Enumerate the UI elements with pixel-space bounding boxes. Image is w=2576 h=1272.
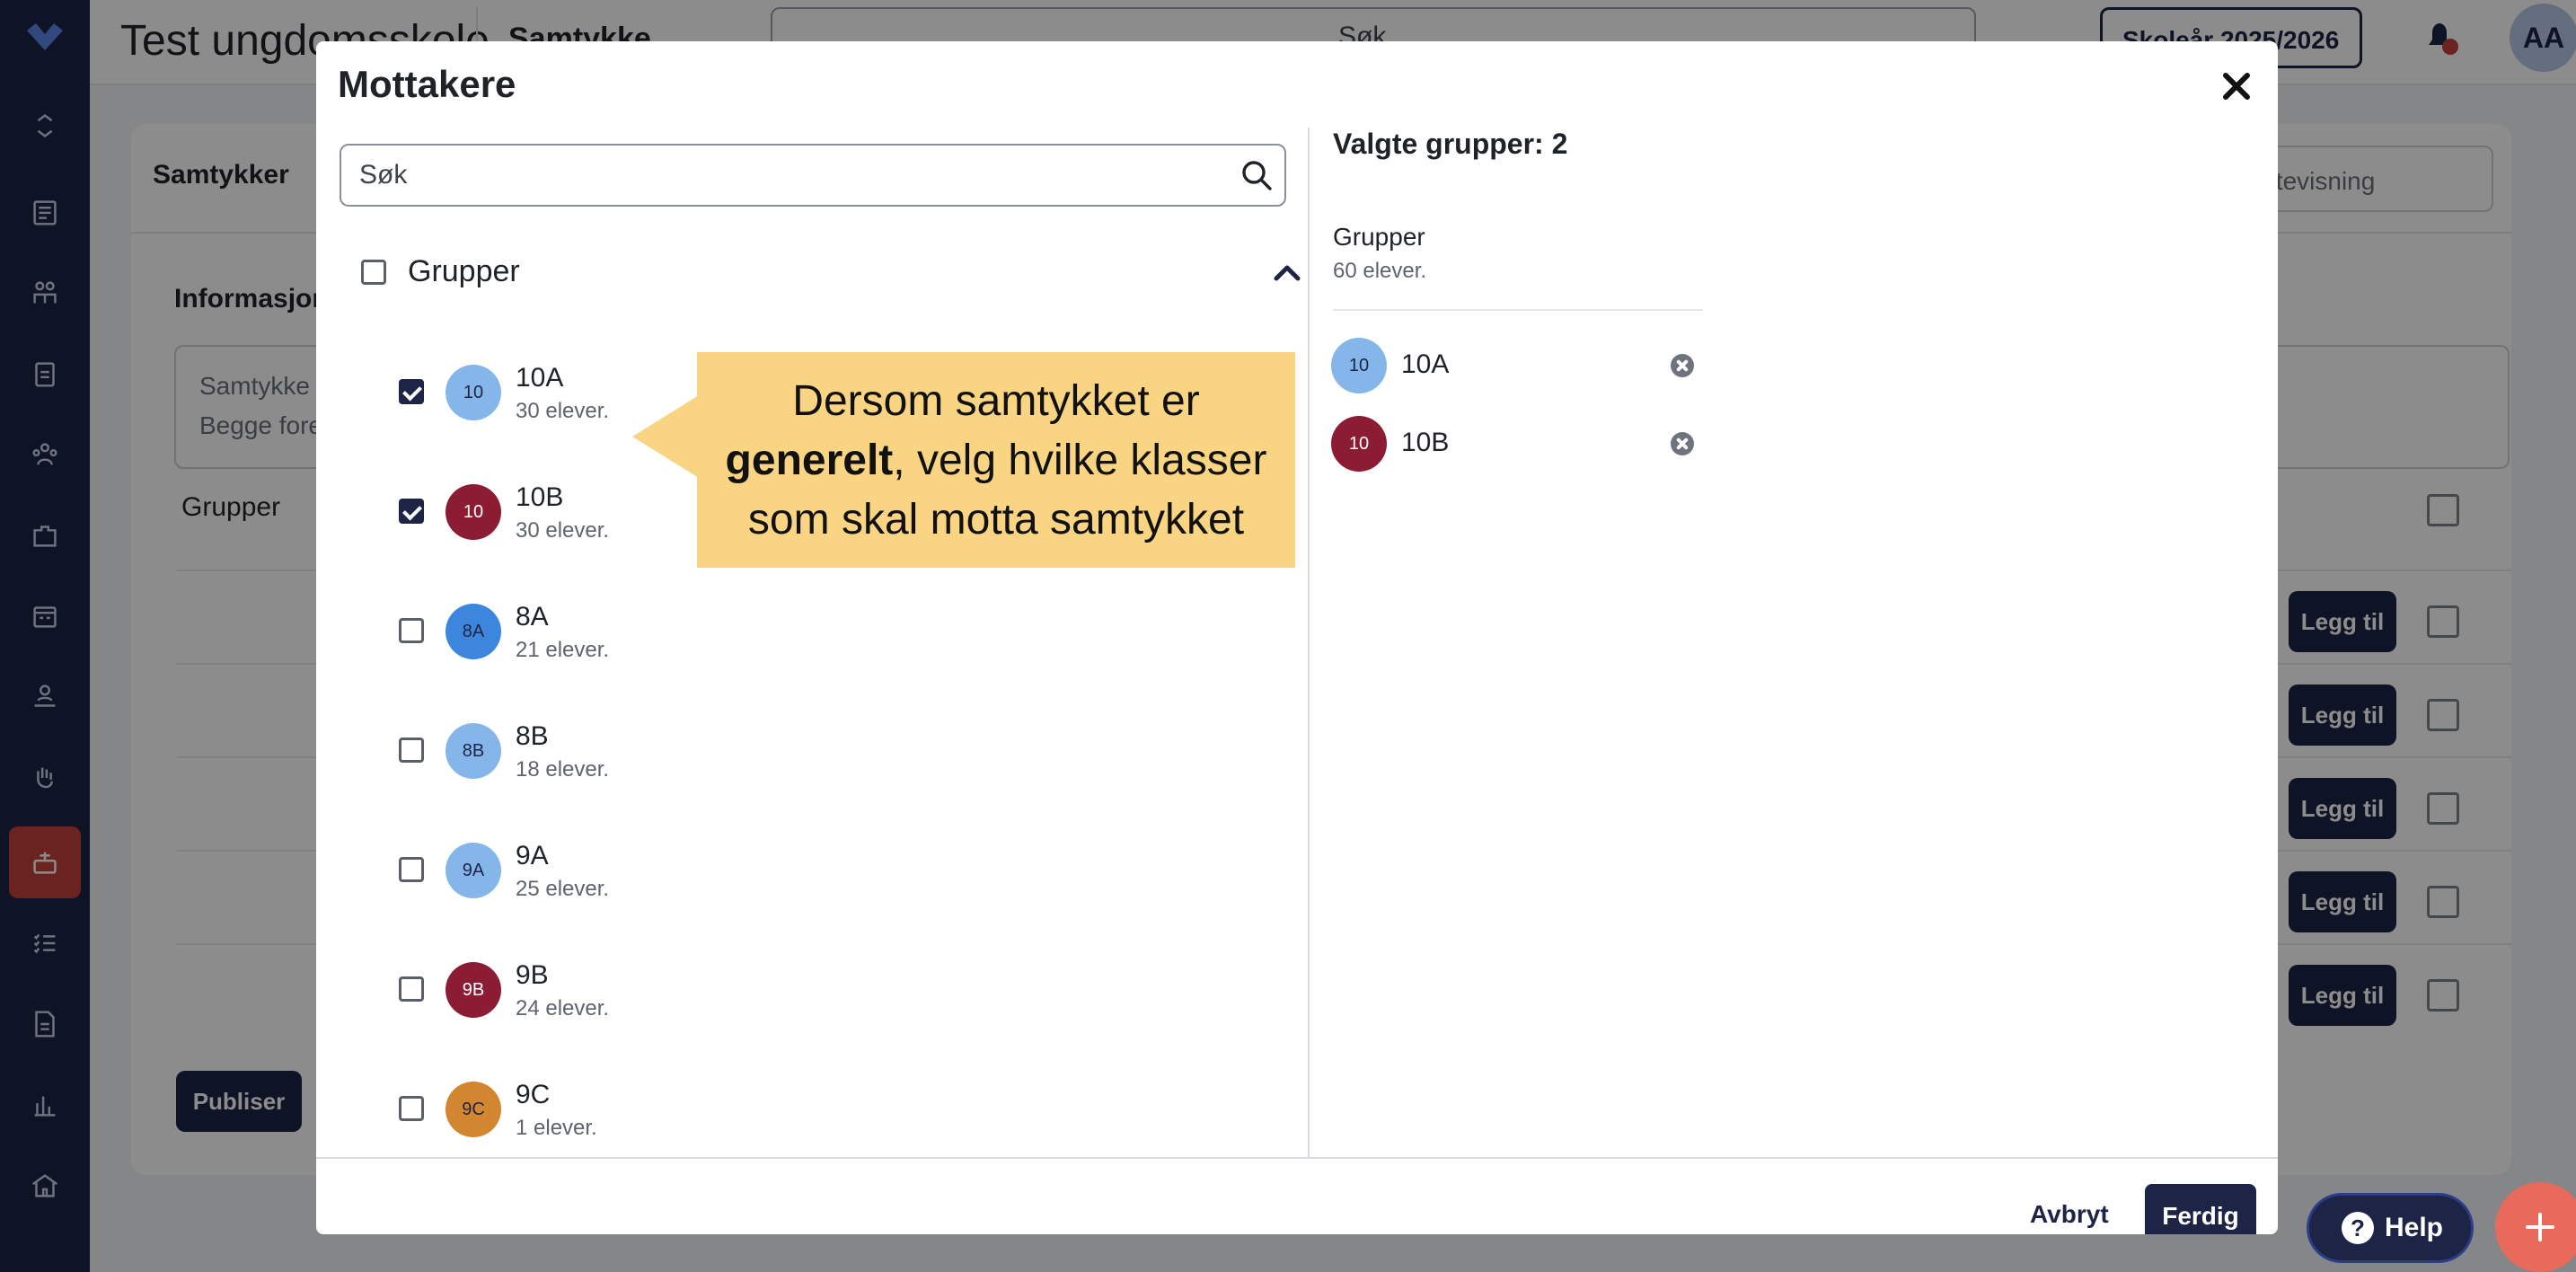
group-student-count: 1 elever. [516, 1116, 597, 1140]
group-student-count: 30 elever. [516, 399, 610, 423]
group-name: 10A [516, 363, 564, 393]
group-list-item[interactable]: 9A 9A 25 elever. [399, 826, 1279, 916]
group-name: 9B [516, 960, 549, 990]
group-avatar: 9B [446, 962, 501, 1018]
group-student-count: 18 elever. [516, 757, 610, 782]
question-icon: ? [2342, 1212, 2374, 1244]
remove-icon[interactable] [1671, 432, 1694, 455]
group-checkbox[interactable] [399, 379, 424, 404]
group-avatar: 10 [446, 365, 501, 420]
callout-line: , velg hvilke klasser [893, 437, 1267, 484]
group-avatar: 8B [446, 723, 501, 779]
divider [1333, 309, 1703, 311]
column-divider [1308, 128, 1310, 1157]
group-avatar: 9A [446, 843, 501, 898]
group-checkbox[interactable] [399, 857, 424, 882]
chevron-up-icon[interactable] [1272, 259, 1302, 286]
selected-groups-title: Valgte grupper: 2 [1333, 128, 1568, 160]
group-search-input[interactable] [359, 155, 1204, 196]
search-icon[interactable] [1239, 158, 1274, 192]
group-list-item[interactable]: 8B 8B 18 elever. [399, 707, 1279, 797]
add-fab-button[interactable] [2495, 1182, 2576, 1272]
callout-line: som skal motta samtykket [747, 496, 1245, 543]
select-all-groups-checkbox[interactable] [361, 260, 386, 285]
group-list-item[interactable]: 8A 8A 21 elever. [399, 587, 1279, 677]
cancel-button[interactable]: Avbryt [2030, 1200, 2109, 1229]
group-name: 10B [1401, 428, 1450, 457]
groups-section-header[interactable]: Grupper [361, 250, 1301, 295]
group-checkbox[interactable] [399, 499, 424, 524]
help-button[interactable]: ? Help [2307, 1193, 2474, 1263]
group-avatar: 9C [446, 1082, 501, 1137]
group-name: 10B [516, 482, 564, 512]
group-search-field[interactable] [340, 144, 1286, 207]
group-student-count: 24 elever. [516, 996, 610, 1020]
group-student-count: 21 elever. [516, 638, 610, 662]
group-avatar: 8A [446, 604, 501, 659]
done-button[interactable]: Ferdig [2145, 1184, 2256, 1234]
group-name: 9A [516, 841, 549, 870]
callout-emphasis: generelt [725, 437, 894, 484]
group-list-item[interactable]: 9C 9C 1 elever. [399, 1065, 1279, 1155]
selected-student-count: 60 elever. [1333, 259, 1427, 283]
group-avatar: 10 [1331, 416, 1387, 472]
group-avatar: 10 [446, 484, 501, 540]
divider [316, 1157, 2278, 1159]
selected-group-item: 10 10B [1331, 414, 1708, 473]
group-list-item[interactable]: 9B 9B 24 elever. [399, 946, 1279, 1036]
close-icon[interactable] [2217, 66, 2256, 106]
group-avatar: 10 [1331, 338, 1387, 393]
group-student-count: 25 elever. [516, 877, 610, 901]
group-name: 8A [516, 602, 549, 632]
group-checkbox[interactable] [399, 738, 424, 763]
modal-title: Mottakere [338, 63, 516, 105]
group-checkbox[interactable] [399, 1096, 424, 1121]
group-name: 10A [1401, 349, 1450, 379]
group-checkbox[interactable] [399, 618, 424, 643]
group-student-count: 30 elever. [516, 518, 610, 543]
selected-group-item: 10 10A [1331, 336, 1708, 395]
callout-arrow [632, 395, 699, 478]
recipients-modal: Mottakere Grupper 10 10A 30 elever. 10 10B 30… [316, 41, 2278, 1234]
group-name: 8B [516, 721, 549, 751]
remove-icon[interactable] [1671, 354, 1694, 377]
selected-section-label: Grupper [1333, 223, 1425, 251]
groups-section-label: Grupper [408, 254, 520, 288]
tutorial-callout: Dersom samtykket er generelt, velg hvilk… [697, 352, 1295, 568]
callout-text: Dersom samtykket er generelt, velg hvilk… [697, 372, 1295, 550]
callout-line: Dersom samtykket er [792, 377, 1200, 425]
group-name: 9C [516, 1080, 551, 1109]
plus-icon [2526, 1213, 2554, 1241]
group-checkbox[interactable] [399, 976, 424, 1002]
help-label: Help [2385, 1213, 2444, 1242]
